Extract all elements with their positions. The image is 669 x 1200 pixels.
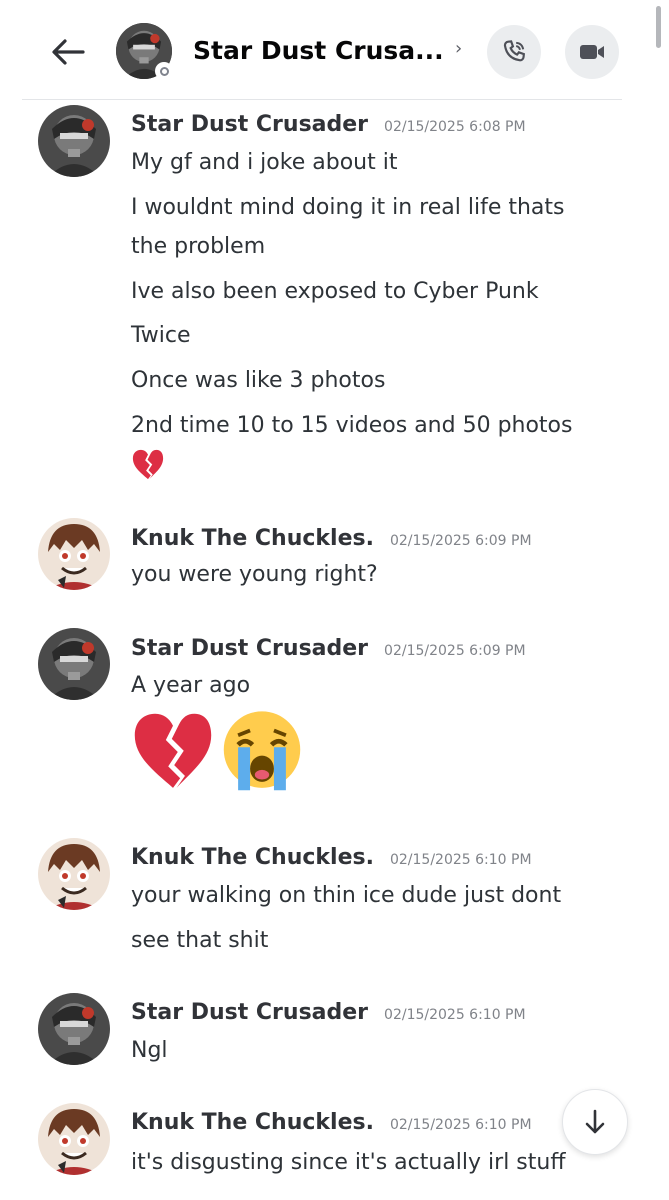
jump-to-bottom-button[interactable]	[562, 1089, 628, 1155]
author-name[interactable]: Star Dust Crusader	[131, 636, 368, 661]
message-line: My gf and i joke about it	[131, 150, 398, 175]
scrollbar[interactable]	[656, 6, 661, 48]
video-camera-icon	[580, 45, 604, 59]
message-timestamp: 02/15/2025 6:10 PM	[389, 1117, 532, 1133]
user-avatar[interactable]	[38, 105, 110, 177]
message-line: Once was like 3 photos	[131, 368, 386, 393]
chat-header: Star Dust Crusa... ›	[0, 0, 669, 100]
message-line: 2nd time 10 to 15 videos and 50 photos	[131, 413, 573, 438]
message-line: your walking on thin ice dude just dont	[131, 883, 562, 908]
video-call-button[interactable]	[565, 25, 619, 79]
message-line: A year ago	[131, 673, 251, 698]
status-indicator	[155, 62, 173, 80]
user-avatar[interactable]	[38, 518, 110, 590]
author-name[interactable]: Knuk The Chuckles.	[131, 1110, 374, 1135]
user-avatar[interactable]	[38, 628, 110, 700]
arrow-down-icon	[585, 1109, 605, 1134]
user-avatar[interactable]	[38, 993, 110, 1065]
user-avatar[interactable]	[38, 838, 110, 910]
channel-title[interactable]: Star Dust Crusa...	[193, 33, 444, 69]
author-name[interactable]: Star Dust Crusader	[131, 1000, 368, 1025]
broken-heart-emoji	[131, 448, 165, 482]
message-timestamp: 02/15/2025 6:10 PM	[389, 852, 532, 868]
header-divider	[22, 99, 622, 100]
author-name[interactable]: Star Dust Crusader	[131, 112, 368, 137]
message-timestamp: 02/15/2025 6:09 PM	[389, 533, 532, 549]
broken-heart-emoji	[130, 709, 216, 795]
crying-face-emoji	[219, 709, 305, 795]
message-line: Twice	[131, 323, 191, 348]
author-name[interactable]: Knuk The Chuckles.	[131, 845, 374, 870]
message-line: see that shit	[131, 928, 269, 953]
message-line: the problem	[131, 234, 266, 259]
phone-icon	[503, 40, 526, 62]
user-avatar[interactable]	[38, 1103, 110, 1175]
message-line: you were young right?	[131, 562, 378, 587]
chevron-right-icon[interactable]: ›	[455, 38, 462, 59]
back-arrow-icon	[52, 39, 85, 65]
message-timestamp: 02/15/2025 6:09 PM	[384, 643, 526, 659]
voice-call-button[interactable]	[487, 25, 541, 79]
message-line: Ngl	[131, 1038, 168, 1063]
back-button[interactable]	[48, 32, 88, 72]
message-line: it's disgusting since it's actually irl …	[131, 1150, 566, 1175]
message-timestamp: 02/15/2025 6:08 PM	[384, 119, 526, 135]
message-timestamp: 02/15/2025 6:10 PM	[384, 1007, 526, 1023]
message-line: Ive also been exposed to Cyber Punk	[131, 279, 539, 304]
message-line: I wouldnt mind doing it in real life tha…	[131, 195, 565, 220]
author-name[interactable]: Knuk The Chuckles.	[131, 526, 374, 551]
